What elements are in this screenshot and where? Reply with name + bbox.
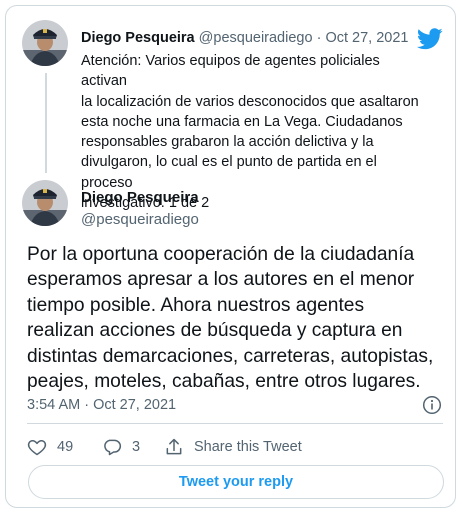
heart-icon <box>27 440 47 456</box>
twitter-bird-icon[interactable] <box>416 28 443 50</box>
parent-separator: · <box>316 30 322 46</box>
reply-icon <box>104 439 122 456</box>
share-icon <box>166 438 182 455</box>
reply-count: 3 <box>132 439 141 455</box>
share-label: Share this Tweet <box>194 439 302 455</box>
divider <box>27 423 443 424</box>
info-icon[interactable] <box>422 395 442 415</box>
main-display-name[interactable]: Diego Pesqueira <box>81 189 199 206</box>
main-avatar[interactable] <box>22 180 68 226</box>
main-handle[interactable]: @pesqueiradiego <box>81 211 199 228</box>
like-action[interactable]: 49 <box>27 437 73 457</box>
embedded-tweet-card: Diego Pesqueira @pesqueiradiego · Oct 27… <box>5 5 456 508</box>
like-count: 49 <box>57 439 74 455</box>
tweet-your-reply-button[interactable]: Tweet your reply <box>28 465 444 499</box>
parent-header: Diego Pesqueira @pesqueiradiego · Oct 27… <box>81 30 408 46</box>
tweet-timestamp[interactable]: 3:54 AM · Oct 27, 2021 <box>27 397 176 413</box>
share-action[interactable]: Share this Tweet <box>164 437 302 457</box>
reply-action[interactable]: 3 <box>102 437 140 457</box>
parent-handle[interactable]: @pesqueiradiego <box>199 30 313 46</box>
parent-display-name[interactable]: Diego Pesqueira <box>81 30 195 46</box>
main-tweet-text: Por la oportuna cooperación de la ciudad… <box>27 244 434 393</box>
thread-connector-line <box>45 73 47 173</box>
parent-date[interactable]: Oct 27, 2021 <box>325 30 408 46</box>
parent-avatar[interactable] <box>22 20 68 66</box>
